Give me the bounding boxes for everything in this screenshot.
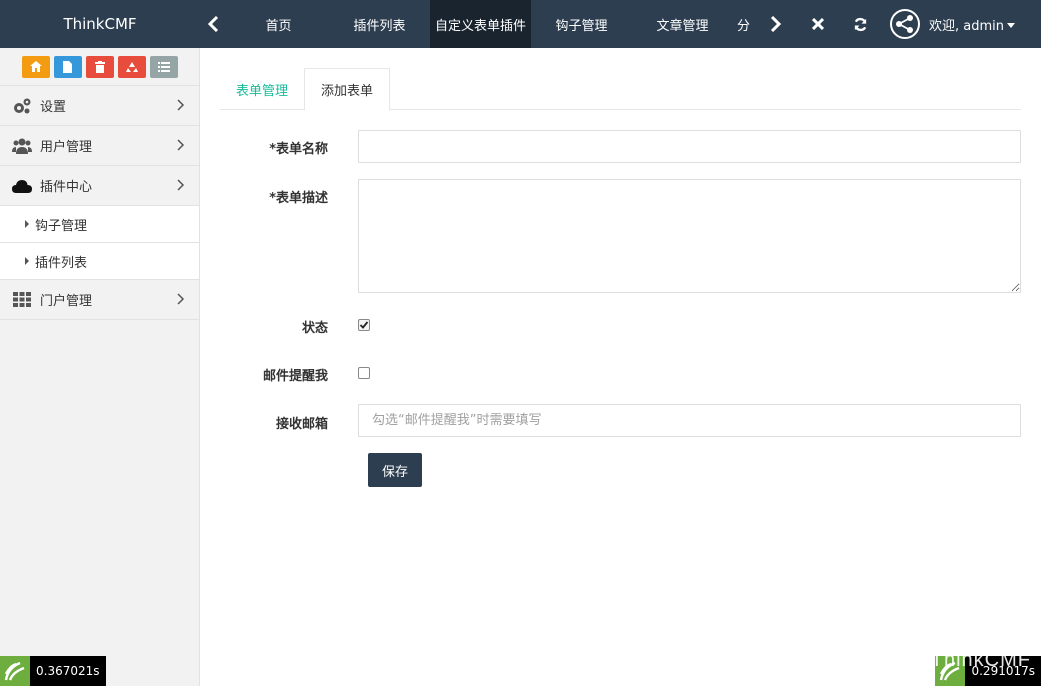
file-icon [63, 60, 72, 73]
sidebar-item-users[interactable]: 用户管理 [0, 126, 199, 166]
top-navbar: ThinkCMF 首页 插件列表 自定义表单插件 钩子管理 文章管理 分 欢迎, [0, 0, 1041, 48]
share-alt-icon [890, 9, 920, 39]
shortcut-bar [0, 48, 199, 86]
chevron-right-icon [177, 179, 185, 191]
form-description-textarea[interactable] [358, 179, 1021, 293]
close-icon [812, 18, 824, 30]
sidebar-item-portal-management[interactable]: 门户管理 [0, 280, 199, 320]
chevron-left-icon [208, 16, 219, 32]
main-content: 表单管理 添加表单 *表单名称 *表单描述 状态 邮件提醒我 接收邮箱 保存 [220, 68, 1021, 487]
thinkcmf-watermark: ThinkCMF [930, 649, 1031, 671]
th-icon [12, 290, 32, 310]
status-checkbox[interactable] [358, 319, 370, 331]
sidebar-item-label: 用户管理 [40, 140, 93, 155]
chevron-right-icon [770, 16, 781, 32]
content-tabs: 表单管理 添加表单 [220, 68, 1021, 111]
chevron-right-icon [177, 99, 185, 111]
shortcut-trash-button[interactable] [85, 55, 114, 78]
shortcut-home-button[interactable] [21, 55, 50, 78]
save-button[interactable]: 保存 [368, 453, 422, 487]
receive-email-input[interactable] [358, 404, 1021, 437]
tab-article-management[interactable]: 文章管理 [632, 0, 733, 48]
close-tab-button[interactable] [797, 0, 839, 48]
tab-add-form[interactable]: 添加表单 [304, 68, 391, 111]
tab-home[interactable]: 首页 [228, 0, 329, 48]
recycle-icon [125, 61, 138, 72]
sidebar: 设置 用户管理 插件中心 钩子管理 插件列表 门户管理 [0, 48, 200, 686]
checkmark-icon [359, 321, 369, 329]
refresh-button[interactable] [839, 0, 881, 48]
home-icon [29, 61, 42, 72]
caret-down-icon [1007, 22, 1015, 28]
form-description-label: *表单描述 [269, 191, 328, 206]
sidebar-item-plugin-center[interactable]: 插件中心 [0, 166, 199, 206]
email-notify-checkbox[interactable] [358, 367, 370, 379]
tab-custom-form-plugin[interactable]: 自定义表单插件 [430, 0, 531, 48]
cloud-icon [12, 176, 32, 196]
users-icon [12, 136, 32, 156]
gears-icon [12, 96, 32, 116]
shortcut-list-button[interactable] [149, 55, 178, 78]
status-label: 状态 [301, 321, 328, 336]
sidebar-subitem-label: 钩子管理 [35, 218, 88, 234]
sidebar-subitem-plugin-list[interactable]: 插件列表 [0, 243, 199, 280]
sidebar-item-label: 插件中心 [40, 180, 93, 195]
receive-email-label: 接收邮箱 [275, 417, 328, 432]
tab-hook-management[interactable]: 钩子管理 [531, 0, 632, 48]
plugin-center-submenu: 钩子管理 插件列表 [0, 206, 199, 280]
caret-right-icon [25, 220, 29, 228]
form-name-label: *表单名称 [269, 142, 328, 157]
chevron-right-icon [177, 293, 185, 305]
debug-time-left: 0.367021s [36, 664, 100, 678]
user-menu[interactable]: 欢迎, admin [889, 0, 1015, 48]
tabs-scroll-right-button[interactable] [761, 0, 789, 48]
email-notify-label: 邮件提醒我 [262, 369, 328, 384]
chevron-right-icon [177, 139, 185, 151]
refresh-icon [854, 17, 866, 31]
brand-logo[interactable]: ThinkCMF [0, 0, 200, 48]
debug-timer-left[interactable]: 0.367021s [0, 656, 106, 686]
sidebar-item-label: 门户管理 [40, 294, 93, 309]
shortcut-recycle-button[interactable] [117, 55, 146, 78]
nav-tabs: 首页 插件列表 自定义表单插件 钩子管理 文章管理 分 [228, 0, 761, 48]
list-icon [157, 61, 170, 72]
sidebar-subitem-label: 插件列表 [35, 255, 88, 271]
tab-form-management[interactable]: 表单管理 [220, 68, 304, 110]
shortcut-file-button[interactable] [53, 55, 82, 78]
caret-right-icon [25, 257, 29, 265]
tabs-scroll-left-button[interactable] [200, 0, 228, 48]
sidebar-item-label: 设置 [40, 100, 67, 115]
tab-partial[interactable]: 分 [733, 0, 761, 48]
thinkphp-logo-icon [0, 656, 30, 686]
sidebar-subitem-hook-management[interactable]: 钩子管理 [0, 206, 199, 243]
trash-icon [94, 60, 105, 73]
tab-plugin-list[interactable]: 插件列表 [329, 0, 430, 48]
sidebar-item-settings[interactable]: 设置 [0, 86, 199, 126]
user-greeting: 欢迎, admin [929, 18, 1004, 34]
form-name-input[interactable] [358, 130, 1021, 163]
